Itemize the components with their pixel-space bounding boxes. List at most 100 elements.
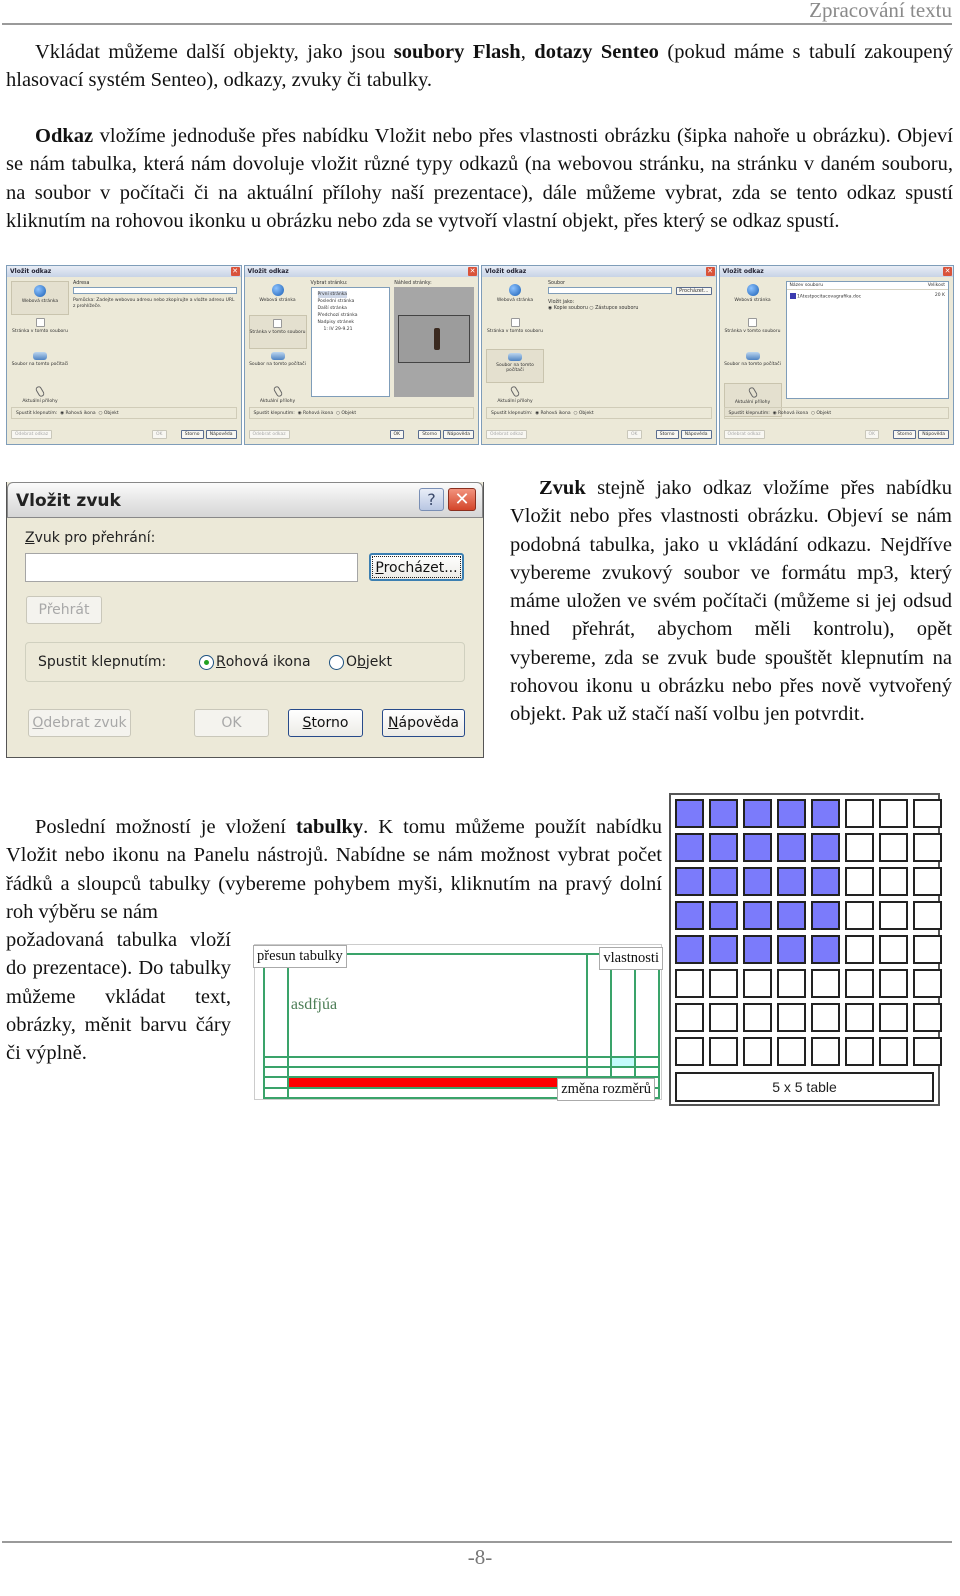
remove-link-button[interactable]: Odebrat odkaz xyxy=(486,430,528,439)
picker-cell-selected[interactable] xyxy=(811,935,840,964)
ok-button[interactable]: OK xyxy=(627,430,642,439)
picker-cell-selected[interactable] xyxy=(811,833,840,862)
close-icon[interactable]: ✕ xyxy=(705,267,715,276)
picker-cell[interactable] xyxy=(845,1003,874,1032)
table-cell[interactable] xyxy=(286,1086,589,1100)
picker-cell[interactable] xyxy=(913,799,942,828)
picker-cell[interactable] xyxy=(675,1037,704,1066)
picker-cell[interactable] xyxy=(845,833,874,862)
browse-button[interactable]: Procházet... xyxy=(369,553,464,581)
help-button[interactable]: Nápověda xyxy=(680,430,712,439)
radio-shortcut[interactable]: Zástupce souboru xyxy=(595,306,638,311)
picker-cell[interactable] xyxy=(913,935,942,964)
link-type-web[interactable]: Webová stránka xyxy=(724,281,782,315)
remove-link-button[interactable]: Odebrat odkaz xyxy=(11,430,53,439)
table-cell[interactable] xyxy=(263,1086,289,1100)
picker-cell[interactable] xyxy=(879,969,908,998)
picker-cell-selected[interactable] xyxy=(743,901,772,930)
picker-cell-selected[interactable] xyxy=(777,901,806,930)
table-cell[interactable]: asdfjúa xyxy=(286,953,589,1058)
table-cell[interactable] xyxy=(586,1066,613,1079)
address-input[interactable] xyxy=(73,287,237,294)
close-icon[interactable]: ✕ xyxy=(448,488,476,511)
link-type-web[interactable]: Webová stránka xyxy=(249,281,307,315)
picker-cell[interactable] xyxy=(845,935,874,964)
radio-corner[interactable]: Rohová ikona xyxy=(540,411,570,416)
tree-item[interactable]: Nadpisy stránek xyxy=(318,319,384,326)
cancel-button[interactable]: Storno xyxy=(893,430,916,439)
radio-object[interactable]: Objekt xyxy=(104,411,119,416)
move-table-handle[interactable]: přesun tabulky xyxy=(253,945,347,968)
table-cell-red[interactable] xyxy=(286,1076,589,1089)
picker-cell[interactable] xyxy=(675,1003,704,1032)
link-type-web[interactable]: Webová stránka xyxy=(11,281,69,315)
close-icon[interactable]: ✕ xyxy=(943,267,952,276)
picker-cell[interactable] xyxy=(879,833,908,862)
picker-cell-selected[interactable] xyxy=(743,833,772,862)
picker-cell-selected[interactable] xyxy=(709,935,738,964)
tree-item[interactable]: Další stránka xyxy=(318,305,384,312)
link-type-page[interactable]: Stránka v tomto souboru xyxy=(248,315,307,349)
picker-cell-selected[interactable] xyxy=(811,799,840,828)
tree-item[interactable]: Předchozí stránka xyxy=(318,312,384,319)
picker-cell[interactable] xyxy=(777,1037,806,1066)
picker-cell-selected[interactable] xyxy=(811,867,840,896)
ok-button[interactable]: OK xyxy=(152,430,167,439)
picker-cell[interactable] xyxy=(879,1003,908,1032)
ok-button[interactable]: OK xyxy=(389,430,404,439)
picker-cell-selected[interactable] xyxy=(709,799,738,828)
table-cell[interactable] xyxy=(634,1066,660,1079)
picker-cell-selected[interactable] xyxy=(777,867,806,896)
remove-link-button[interactable]: Odebrat odkaz xyxy=(723,430,765,439)
close-icon[interactable]: ✕ xyxy=(468,267,477,276)
ok-button[interactable]: OK xyxy=(864,430,879,439)
picker-cell-selected[interactable] xyxy=(675,935,704,964)
picker-cell[interactable] xyxy=(845,901,874,930)
tree-item[interactable]: Poslední stránka xyxy=(318,298,384,305)
picker-cell-selected[interactable] xyxy=(777,833,806,862)
picker-cell[interactable] xyxy=(879,901,908,930)
link-type-web[interactable]: Webová stránka xyxy=(486,281,544,315)
picker-cell[interactable] xyxy=(913,833,942,862)
cancel-button[interactable]: Storno xyxy=(180,430,204,439)
picker-cell[interactable] xyxy=(845,1037,874,1066)
browse-button[interactable]: Procházet... xyxy=(676,287,712,295)
picker-cell[interactable] xyxy=(811,969,840,998)
link-type-page[interactable]: Stránka v tomto souboru xyxy=(11,315,69,349)
ok-button[interactable]: OK xyxy=(194,709,269,737)
help-button[interactable]: Nápověda xyxy=(918,430,949,439)
properties-handle[interactable]: vlastnosti xyxy=(599,947,663,970)
picker-cell[interactable] xyxy=(845,867,874,896)
radio-copy[interactable]: Kopie souboru xyxy=(554,306,588,311)
picker-cell[interactable] xyxy=(811,1037,840,1066)
picker-cell[interactable] xyxy=(913,969,942,998)
table-cell[interactable] xyxy=(263,1066,289,1079)
tree-item[interactable]: 1: IV 29-9.21 xyxy=(318,326,384,333)
radio-object[interactable]: Objekt xyxy=(341,411,356,416)
picker-cell[interactable] xyxy=(709,969,738,998)
link-type-file[interactable]: Soubor na tomto počítači xyxy=(486,349,544,383)
attachment-list[interactable]: Název souboru Velikost 1Atestpocitacovagr… xyxy=(785,281,949,399)
picker-cell[interactable] xyxy=(743,969,772,998)
table-cell[interactable] xyxy=(263,953,289,1058)
list-item[interactable]: 1Atestpocitacovagrafika.doc 20 K xyxy=(787,290,949,303)
picker-cell[interactable] xyxy=(709,1037,738,1066)
picker-cell-selected[interactable] xyxy=(709,901,738,930)
picker-cell[interactable] xyxy=(879,799,908,828)
remove-link-button[interactable]: Odebrat odkaz xyxy=(248,430,290,439)
radio-object[interactable]: Objekt xyxy=(816,411,831,416)
picker-cell-selected[interactable] xyxy=(709,867,738,896)
picker-cell-selected[interactable] xyxy=(675,901,704,930)
picker-cell[interactable] xyxy=(709,1003,738,1032)
picker-cell[interactable] xyxy=(845,969,874,998)
page-tree[interactable]: První stránka Poslední stránka Další str… xyxy=(310,287,391,397)
table-cell[interactable] xyxy=(286,1066,589,1079)
picker-cell-selected[interactable] xyxy=(777,799,806,828)
table-cell[interactable] xyxy=(263,1076,289,1089)
picker-cell[interactable] xyxy=(913,1003,942,1032)
picker-cell[interactable] xyxy=(743,1003,772,1032)
help-button[interactable]: Nápověda xyxy=(443,430,474,439)
help-button[interactable]: Nápověda xyxy=(205,430,237,439)
file-input[interactable] xyxy=(548,287,673,294)
radio-corner[interactable]: Rohová ikona xyxy=(303,411,333,416)
